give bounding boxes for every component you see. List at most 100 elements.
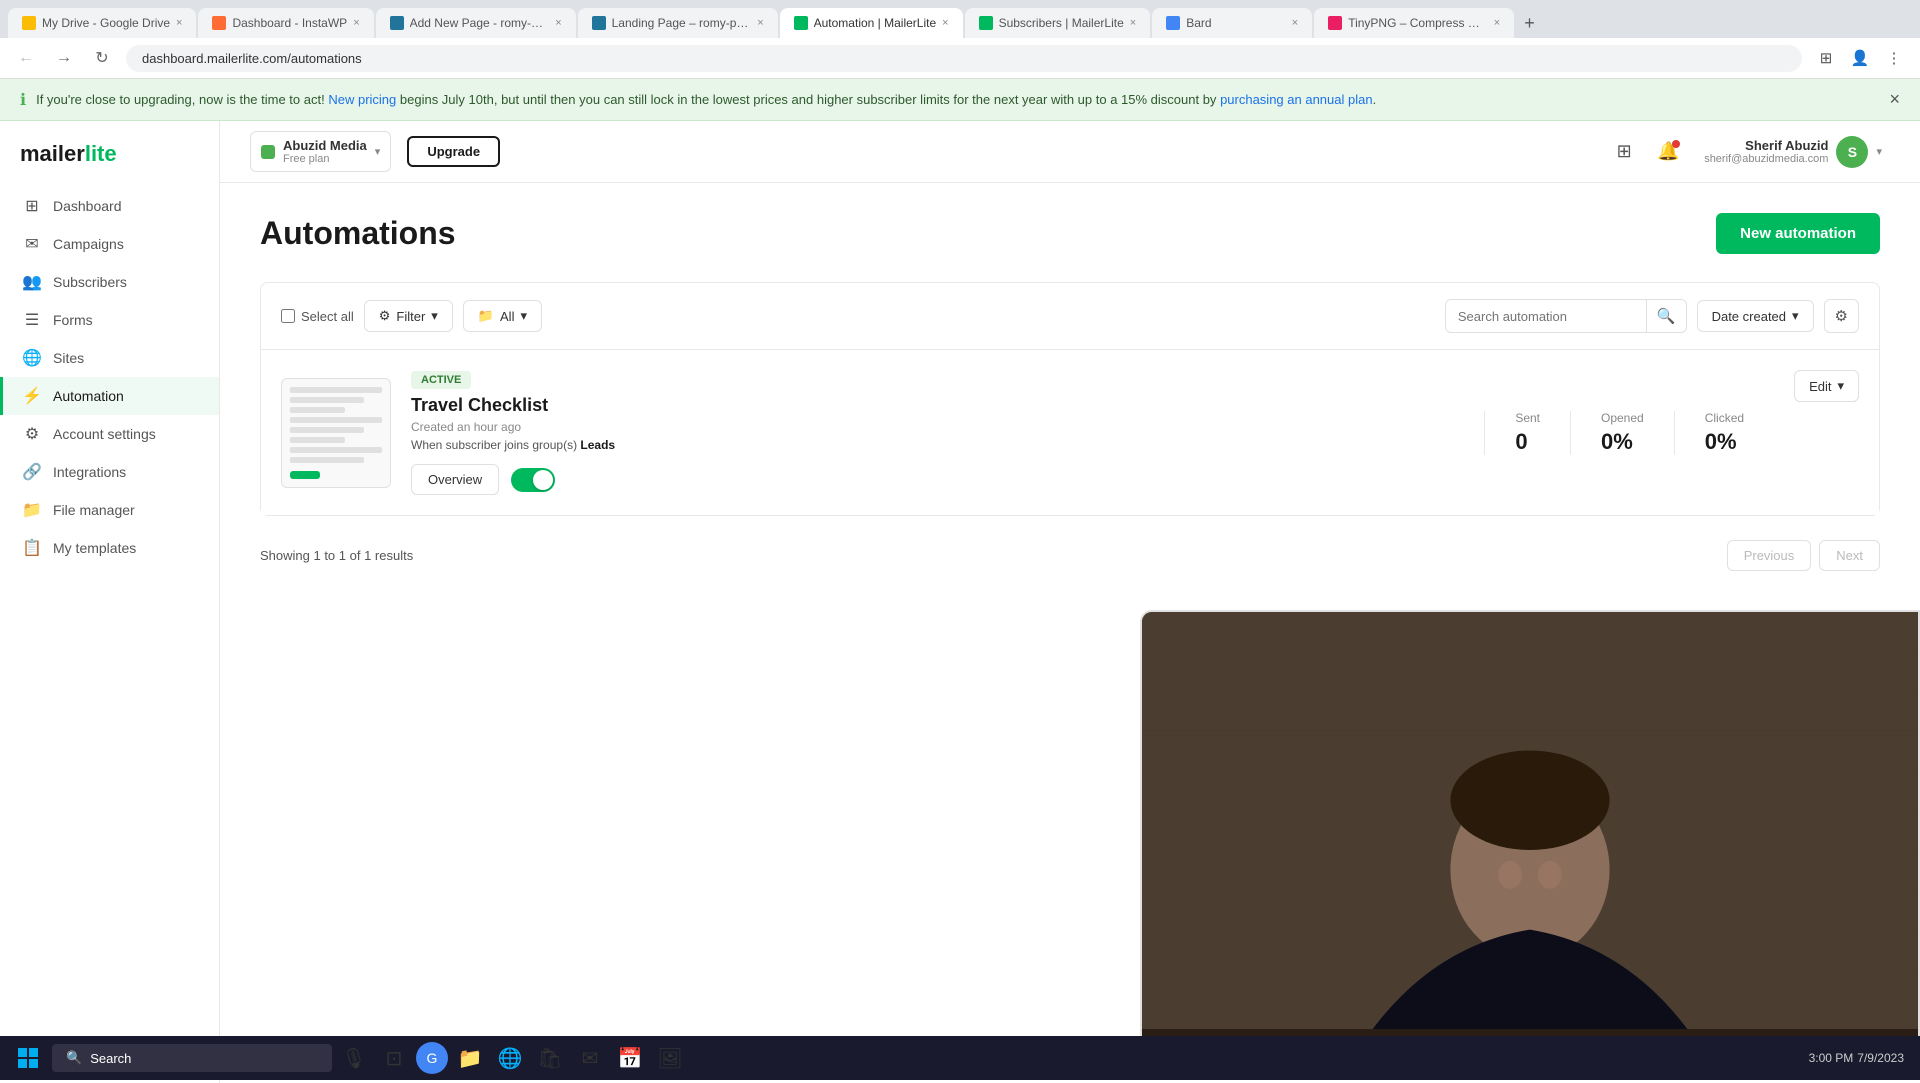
tab-close-tinypng[interactable]: × xyxy=(1494,17,1500,29)
taskbar-mail-icon[interactable]: ✉ xyxy=(572,1040,608,1076)
new-pricing-link[interactable]: New pricing xyxy=(328,92,396,107)
next-button[interactable]: Next xyxy=(1819,540,1880,571)
tab-ml-automation[interactable]: Automation | MailerLite × xyxy=(780,8,963,38)
automation-created: Created an hour ago xyxy=(411,420,1464,434)
thumb-line-1 xyxy=(290,387,382,393)
taskbar-edge-icon[interactable]: 🌐 xyxy=(492,1040,528,1076)
tab-close-ml-subscribers[interactable]: × xyxy=(1130,17,1136,29)
taskbar-time: 3:00 PM xyxy=(1809,1051,1854,1065)
overview-button[interactable]: Overview xyxy=(411,464,499,495)
stat-opened: Opened 0% xyxy=(1570,411,1674,455)
sites-icon: 🌐 xyxy=(23,349,41,367)
thumb-line-8 xyxy=(290,457,364,463)
taskbar-task-view-icon[interactable]: ⊡ xyxy=(376,1040,412,1076)
taskbar-search-icon: 🔍 xyxy=(66,1050,82,1066)
opened-value: 0% xyxy=(1601,429,1644,455)
previous-button[interactable]: Previous xyxy=(1727,540,1812,571)
sidebar-item-dashboard[interactable]: ⊞ Dashboard xyxy=(0,187,219,225)
tab-close-bard[interactable]: × xyxy=(1292,17,1298,29)
apps-grid-icon[interactable]: ⊞ xyxy=(1608,136,1640,168)
user-name: Sherif Abuzid xyxy=(1704,138,1828,153)
video-content xyxy=(1142,610,1918,1080)
user-info[interactable]: Sherif Abuzid sherif@abuzidmedia.com S ▾ xyxy=(1696,132,1890,172)
reload-button[interactable]: ↻ xyxy=(88,44,116,72)
search-button[interactable]: 🔍 xyxy=(1646,300,1686,332)
back-button[interactable]: ← xyxy=(12,44,40,72)
sidebar-label-my-templates: My templates xyxy=(53,540,136,556)
thumb-line-5 xyxy=(290,427,364,433)
user-text: Sherif Abuzid sherif@abuzidmedia.com xyxy=(1704,138,1828,165)
status-badge: Active xyxy=(411,371,471,389)
sidebar-item-subscribers[interactable]: 👥 Subscribers xyxy=(0,263,219,301)
sidebar-item-my-templates[interactable]: 📋 My templates xyxy=(0,529,219,567)
sidebar-nav: ⊞ Dashboard ✉ Campaigns 👥 Subscribers ☰ … xyxy=(0,177,219,1036)
windows-logo-icon xyxy=(18,1048,38,1068)
windows-start-button[interactable] xyxy=(8,1038,48,1078)
taskbar-photos-icon[interactable]: 🖼 xyxy=(652,1040,688,1076)
tab-close-ml-automation[interactable]: × xyxy=(942,17,948,29)
workspace-name: Abuzid Media xyxy=(283,138,367,153)
notification-banner: ℹ If you're close to upgrading, now is t… xyxy=(0,79,1920,121)
taskbar-store-icon[interactable]: 🛍 xyxy=(532,1040,568,1076)
sidebar-label-account-settings: Account settings xyxy=(53,426,156,442)
taskbar-chrome-icon[interactable]: G xyxy=(416,1042,448,1074)
tab-close-google-drive[interactable]: × xyxy=(176,17,182,29)
tab-ml-subscribers[interactable]: Subscribers | MailerLite × xyxy=(965,8,1151,38)
date-sort-chevron-icon: ▾ xyxy=(1792,308,1799,324)
sidebar-item-sites[interactable]: 🌐 Sites xyxy=(0,339,219,377)
sent-value: 0 xyxy=(1515,429,1540,455)
tab-close-wp-landing[interactable]: × xyxy=(757,17,763,29)
notifications-icon[interactable]: 🔔 xyxy=(1652,136,1684,168)
tab-wp-landing[interactable]: Landing Page – romy-po... × xyxy=(578,8,778,38)
more-options-icon[interactable]: ⋮ xyxy=(1880,44,1908,72)
search-automation-input[interactable] xyxy=(1446,302,1646,331)
tab-close-instawp[interactable]: × xyxy=(353,17,359,29)
taskbar-file-explorer-icon[interactable]: 📁 xyxy=(452,1040,488,1076)
extensions-icon[interactable]: ⊞ xyxy=(1812,44,1840,72)
tab-instawp[interactable]: Dashboard - InstaWP × xyxy=(198,8,373,38)
sidebar-label-campaigns: Campaigns xyxy=(53,236,124,252)
new-tab-button[interactable]: + xyxy=(1516,9,1543,38)
tab-label-instawp: Dashboard - InstaWP xyxy=(232,16,347,30)
forward-button[interactable]: → xyxy=(50,44,78,72)
sidebar-item-integrations[interactable]: 🔗 Integrations xyxy=(0,453,219,491)
all-filter-button[interactable]: 📁 All ▾ xyxy=(463,300,542,332)
filter-button[interactable]: ⚙ Filter ▾ xyxy=(364,300,453,332)
filter-icon: ⚙ xyxy=(379,308,391,324)
page-title-row: Automations New automation xyxy=(260,213,1880,254)
profile-icon[interactable]: 👤 xyxy=(1846,44,1874,72)
advanced-filter-button[interactable]: ⚙ xyxy=(1824,299,1859,333)
tab-bard[interactable]: Bard × xyxy=(1152,8,1312,38)
sidebar-item-account-settings[interactable]: ⚙ Account settings xyxy=(0,415,219,453)
tab-close-wp-add[interactable]: × xyxy=(555,17,561,29)
user-chevron-icon: ▾ xyxy=(1876,145,1882,158)
address-bar[interactable] xyxy=(126,45,1802,72)
user-email: sherif@abuzidmedia.com xyxy=(1704,153,1828,165)
upgrade-button[interactable]: Upgrade xyxy=(407,136,500,167)
thumb-line-7 xyxy=(290,447,382,453)
workspace-selector[interactable]: Abuzid Media Free plan ▾ xyxy=(250,131,391,172)
tab-favicon-bard xyxy=(1166,16,1180,30)
tab-google-drive[interactable]: My Drive - Google Drive × xyxy=(8,8,196,38)
sidebar-item-file-manager[interactable]: 📁 File manager xyxy=(0,491,219,529)
tab-label-wp-add: Add New Page - romy-po... xyxy=(410,16,550,30)
all-chevron-icon: ▾ xyxy=(520,308,527,324)
taskbar-cortana-icon[interactable]: 🎙 xyxy=(336,1040,372,1076)
automation-toggle[interactable] xyxy=(511,468,555,492)
select-all-checkbox-label[interactable]: Select all xyxy=(281,309,354,324)
tab-wp-add[interactable]: Add New Page - romy-po... × xyxy=(376,8,576,38)
sidebar-item-automation[interactable]: ⚡ Automation xyxy=(0,377,219,415)
taskbar-calendar-icon[interactable]: 📅 xyxy=(612,1040,648,1076)
date-sort-button[interactable]: Date created ▾ xyxy=(1697,300,1814,332)
sidebar: mailerlite ⊞ Dashboard ✉ Campaigns 👥 Sub… xyxy=(0,121,220,1083)
tab-tinypng[interactable]: TinyPNG – Compress We... × xyxy=(1314,8,1514,38)
banner-close-icon[interactable]: × xyxy=(1889,89,1900,110)
select-all-checkbox[interactable] xyxy=(281,309,295,323)
workspace-info: Abuzid Media Free plan xyxy=(283,138,367,165)
edit-button[interactable]: Edit ▾ xyxy=(1794,370,1859,402)
taskbar-search-bar[interactable]: 🔍 Search xyxy=(52,1044,332,1072)
annual-plan-link[interactable]: purchasing an annual plan xyxy=(1220,92,1373,107)
new-automation-button[interactable]: New automation xyxy=(1716,213,1880,254)
sidebar-item-campaigns[interactable]: ✉ Campaigns xyxy=(0,225,219,263)
sidebar-item-forms[interactable]: ☰ Forms xyxy=(0,301,219,339)
